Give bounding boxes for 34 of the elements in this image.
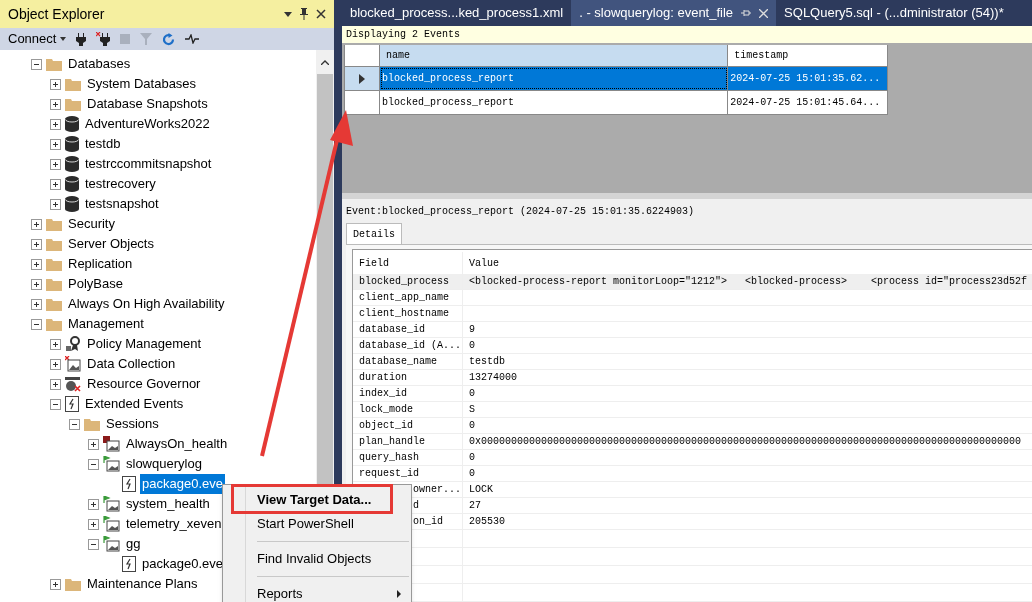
table-cell-text: object_id <box>359 419 413 433</box>
table-cell-text: index_id <box>359 387 407 401</box>
table-cell-text: query_hash <box>359 451 419 465</box>
table-cell-text: 205530 <box>469 515 505 529</box>
event-label: Event:blocked_process_report (2024-07-25 15:01:35.6224903) <box>346 204 696 219</box>
table-cell-text: <blocked-process-report monitorLoop="1212"> <blocked-process> <process id="process23d52f <box>469 275 1028 289</box>
table-cell-text: blocked_process <box>359 275 449 289</box>
table-cell-text: plan_handle <box>359 435 425 449</box>
table-cell-text: database_id (A... <box>359 339 462 353</box>
table-cell-text: request_id <box>359 467 419 481</box>
table-cell-text: database_name <box>359 355 437 369</box>
table-cell-text: duration <box>359 371 407 385</box>
table-cell-text: 13274000 <box>469 371 517 385</box>
table-cell-text: 27 <box>469 499 481 513</box>
table-cell-text: 0x000000000000000000000000000000000000000000000000000000000000000000000000000000000000000000 <box>469 435 1022 449</box>
table-cell-text: 0 <box>469 387 475 401</box>
table-cell-text: 0 <box>469 467 475 481</box>
table-cell-text: 0 <box>469 451 475 465</box>
table-cell-text: d <box>413 499 419 513</box>
table-cell-text: LOCK <box>469 483 493 497</box>
table-cell-text: client_hostname <box>359 307 449 321</box>
table-cell-text: on_id <box>413 515 443 529</box>
table-cell-text: S <box>469 403 475 417</box>
table-cell-text: 0 <box>469 419 475 433</box>
column-header: Value <box>468 256 500 271</box>
panel-title: Object Explorer <box>8 4 106 24</box>
table-cell-text: client_app_name <box>359 291 449 305</box>
table-cell-text: lock_mode <box>359 403 413 417</box>
table-cell-text: 9 <box>469 323 475 337</box>
table-cell-text: 0 <box>469 339 475 353</box>
table-cell-text: testdb <box>469 355 505 369</box>
table-cell-text: owner... <box>413 483 461 497</box>
info-bar: Displaying 2 Events <box>342 26 1032 44</box>
table-cell-text: database_id <box>359 323 425 337</box>
